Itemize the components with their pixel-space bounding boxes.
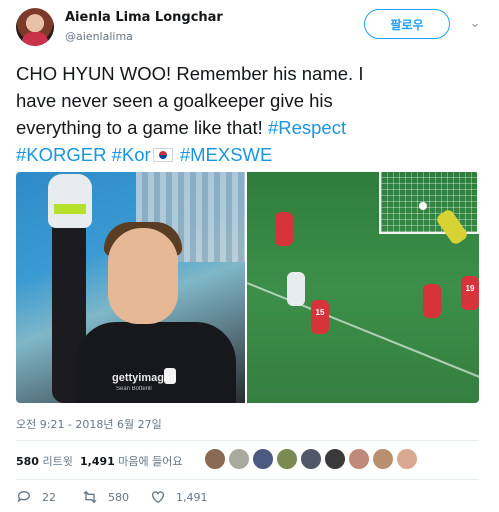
goalkeeper-face (108, 228, 178, 324)
reply-count: 22 (42, 490, 56, 504)
author-avatar[interactable] (16, 8, 54, 46)
ball (419, 202, 427, 210)
liker-avatar[interactable] (348, 448, 370, 470)
author-display-name[interactable]: Aienla Lima Longchar (65, 10, 223, 25)
player-red (423, 284, 441, 318)
follow-button[interactable]: 팔로우 (364, 9, 450, 39)
player-red-15: 15 (311, 300, 329, 334)
getty-watermark: gettyimages (112, 372, 177, 384)
hashtag-kor[interactable]: #Kor (112, 144, 151, 165)
player-red-19: 19 (461, 276, 479, 310)
retweets-label: 리트윗 (42, 455, 73, 468)
liker-avatar[interactable] (300, 448, 322, 470)
tweet-media: gettyimages Sean Botterill 15 19 (16, 172, 479, 403)
divider (16, 479, 479, 480)
tweet-actions: 22 580 1,491 (16, 486, 479, 510)
hashtag-korger[interactable]: #KORGER (16, 144, 106, 165)
likes-label: 마음에 들어요 (118, 455, 183, 468)
heart-icon (152, 491, 164, 504)
tweet-text: CHO HYUN WOO! Remember his name. I have … (16, 60, 486, 168)
like-button[interactable]: 1,491 (150, 488, 208, 506)
media-photo-match[interactable]: 15 19 (246, 172, 479, 403)
getty-credit: Sean Botterill (116, 386, 152, 392)
like-count: 1,491 (176, 490, 208, 504)
retweet-icon (83, 490, 97, 504)
hashtag-respect[interactable]: #Respect (268, 117, 346, 138)
tweet-text-line: have never seen a goalkeeper give his (16, 90, 333, 111)
liker-avatar[interactable] (276, 448, 298, 470)
liker-avatar[interactable] (396, 448, 418, 470)
retweet-button[interactable]: 580 (82, 488, 129, 506)
reply-button[interactable]: 22 (16, 488, 56, 506)
liker-avatar[interactable] (324, 448, 346, 470)
south-korea-flag-icon (152, 148, 173, 162)
tweet-timestamp[interactable]: 오전 9:21 - 2018년 6월 27일 (16, 416, 162, 432)
player-red (275, 212, 293, 246)
reply-icon (17, 491, 30, 503)
chevron-down-icon[interactable]: ⌄ (467, 16, 483, 32)
pitch-line (246, 282, 479, 382)
tweet-text-line: CHO HYUN WOO! Remember his name. I (16, 63, 364, 84)
tweet-text-segment: everything to a game like that! (16, 117, 268, 138)
hashtag-mexswe[interactable]: #MEXSWE (180, 144, 273, 165)
jersey-number: 15 (315, 308, 325, 317)
author-handle[interactable]: @aienlalima (65, 30, 133, 43)
goalkeeper-jersey (76, 322, 236, 403)
retweets-count: 580 (16, 455, 39, 468)
goal-net (379, 172, 479, 234)
divider (16, 440, 479, 441)
media-photo-goalkeeper[interactable]: gettyimages Sean Botterill (16, 172, 245, 403)
tweet-stats: 580 리트윗 1,491 마음에 들어요 (16, 442, 479, 478)
tweet-text-line: everything to a game like that! #Respect (16, 114, 486, 141)
retweet-count: 580 (108, 490, 129, 504)
player-white (287, 272, 305, 306)
retweets-stat[interactable]: 580 리트윗 (16, 453, 73, 469)
likes-count: 1,491 (80, 455, 115, 468)
goalkeeper-glove (48, 174, 92, 228)
jersey-number: 19 (465, 284, 475, 293)
tweet-text-line: #KORGER #Kor #MEXSWE (16, 141, 486, 168)
tweet-header: Aienla Lima Longchar @aienlalima 팔로우 ⌄ (16, 8, 484, 50)
likes-stat[interactable]: 1,491 마음에 들어요 (80, 453, 183, 469)
liker-avatar[interactable] (204, 448, 226, 470)
liker-avatar[interactable] (372, 448, 394, 470)
liker-avatar[interactable] (228, 448, 250, 470)
liker-avatar[interactable] (252, 448, 274, 470)
